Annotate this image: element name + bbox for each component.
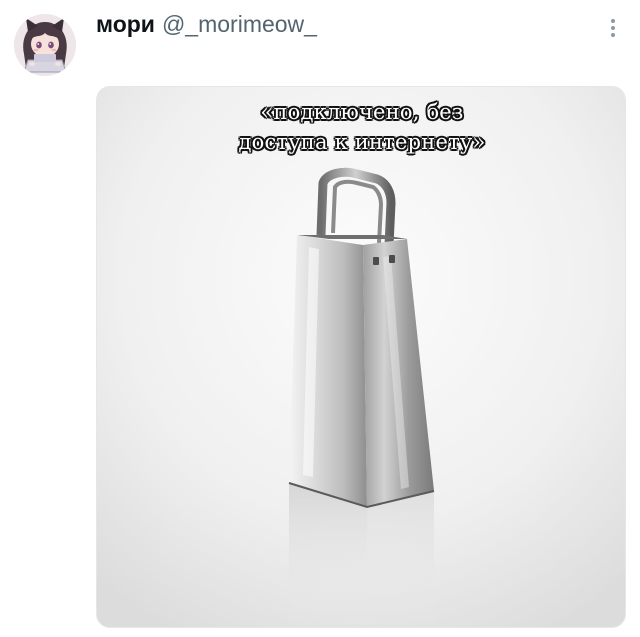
tweet-author: мори @_morimeow_ <box>96 8 317 40</box>
box-grater-image <box>97 87 625 627</box>
tweet: мори @_morimeow_ «подключено, без доступ… <box>0 0 640 637</box>
caption-line-2: доступа к интернету» <box>238 130 486 154</box>
anime-girl-avatar-icon <box>14 14 76 76</box>
more-vertical-icon <box>611 19 615 37</box>
user-handle[interactable]: @_morimeow_ <box>162 11 317 38</box>
caption-line-1: «подключено, без <box>260 100 464 124</box>
avatar[interactable] <box>14 14 76 76</box>
tweet-media[interactable]: «подключено, без доступа к интернету» <box>96 86 626 628</box>
display-name[interactable]: мори <box>96 11 155 38</box>
meme-caption: «подключено, без доступа к интернету» <box>97 97 625 157</box>
more-options-button[interactable] <box>602 12 624 42</box>
